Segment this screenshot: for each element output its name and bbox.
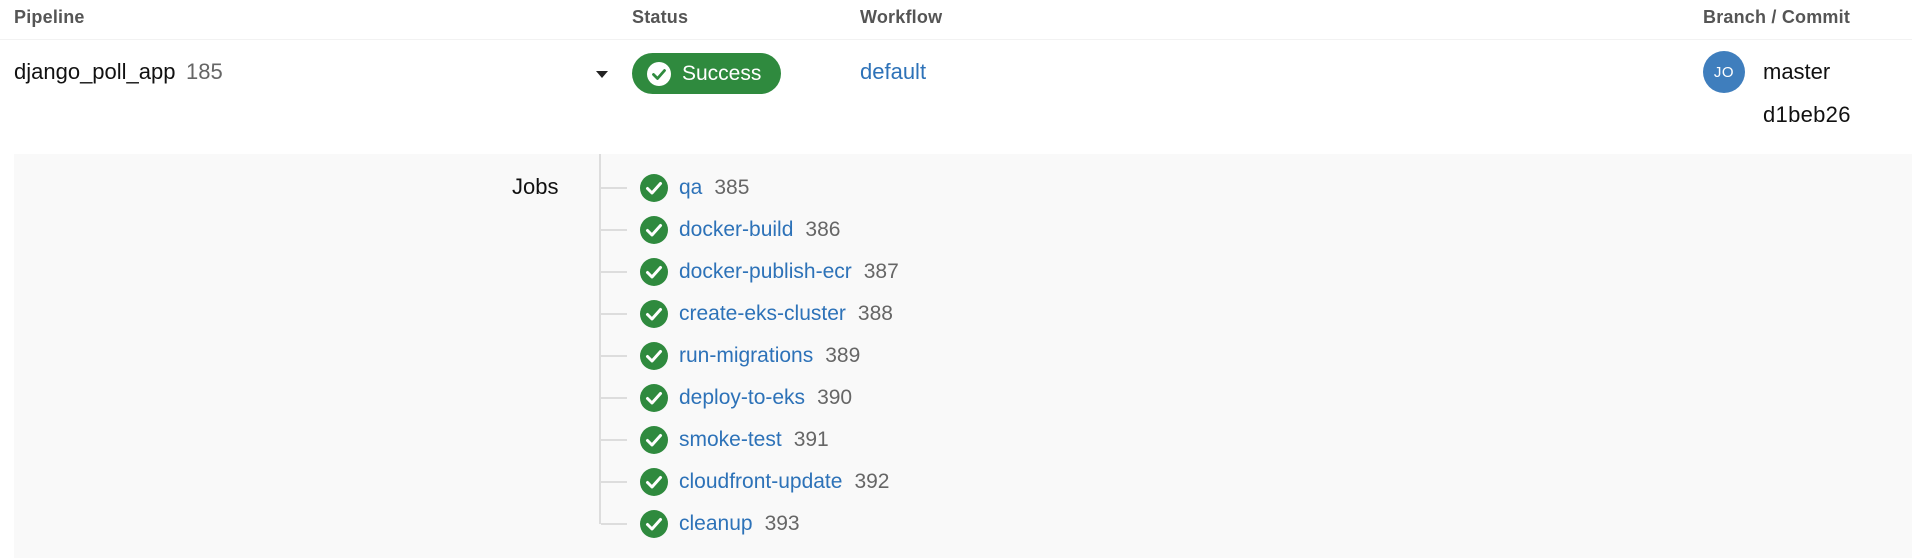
status-badge[interactable]: Success — [632, 53, 781, 94]
check-circle-icon — [640, 384, 668, 412]
job-name[interactable]: docker-publish-ecr — [679, 260, 852, 284]
job-item[interactable]: docker-build 386 — [601, 213, 840, 247]
job-branch-line — [601, 355, 627, 357]
check-circle-icon — [640, 342, 668, 370]
check-circle-icon — [640, 510, 668, 538]
job-item[interactable]: create-eks-cluster 388 — [601, 297, 893, 331]
job-branch-line — [601, 523, 627, 525]
job-branch-line — [601, 313, 627, 315]
job-item[interactable]: docker-publish-ecr 387 — [601, 255, 899, 289]
commit-hash[interactable]: d1beb26 — [1763, 102, 1851, 128]
job-item[interactable]: smoke-test 391 — [601, 423, 829, 457]
pipeline-name: django_poll_app — [14, 59, 176, 84]
workflow-link[interactable]: default — [860, 59, 926, 85]
column-header-pipeline: Pipeline — [14, 7, 85, 27]
jobs-label: Jobs — [512, 174, 559, 199]
job-branch-line — [601, 229, 627, 231]
job-name[interactable]: docker-build — [679, 218, 793, 242]
job-name[interactable]: cloudfront-update — [679, 470, 842, 494]
job-number: 385 — [714, 176, 750, 199]
job-item[interactable]: cleanup 393 — [601, 507, 800, 541]
job-number: 387 — [863, 260, 899, 283]
table-header: Pipeline Status Workflow Branch / Commit — [0, 0, 1912, 40]
column-header-status: Status — [632, 7, 689, 27]
check-circle-icon — [640, 468, 668, 496]
job-name[interactable]: cleanup — [679, 512, 753, 536]
column-header-branch-commit: Branch / Commit — [1703, 7, 1851, 27]
check-circle-icon — [640, 174, 668, 202]
job-branch-line — [601, 397, 627, 399]
job-name[interactable]: qa — [679, 176, 702, 200]
column-header-workflow: Workflow — [860, 7, 943, 27]
job-number: 390 — [817, 386, 853, 409]
job-number: 388 — [857, 302, 893, 325]
check-circle-icon — [640, 258, 668, 286]
pipeline-number: 185 — [186, 59, 223, 84]
job-item[interactable]: deploy-to-eks 390 — [601, 381, 852, 415]
job-branch-line — [601, 481, 627, 483]
job-number: 393 — [764, 512, 800, 535]
pipeline-row: django_poll_app 185 Success default JO m… — [0, 40, 1912, 154]
job-name[interactable]: create-eks-cluster — [679, 302, 846, 326]
caret-down-icon[interactable] — [594, 68, 610, 80]
check-circle-icon — [647, 61, 671, 86]
job-name[interactable]: smoke-test — [679, 428, 782, 452]
branch-name[interactable]: master — [1763, 59, 1830, 85]
job-number: 391 — [793, 428, 829, 451]
job-name[interactable]: deploy-to-eks — [679, 386, 805, 410]
status-label: Success — [682, 61, 762, 85]
job-number: 392 — [854, 470, 890, 493]
job-item[interactable]: run-migrations 389 — [601, 339, 860, 373]
job-number: 389 — [825, 344, 861, 367]
job-branch-line — [601, 187, 627, 189]
check-circle-icon — [640, 300, 668, 328]
job-number: 386 — [805, 218, 841, 241]
check-circle-icon — [640, 216, 668, 244]
avatar-initials: JO — [1713, 63, 1735, 81]
job-item[interactable]: cloudfront-update 392 — [601, 465, 890, 499]
job-branch-line — [601, 439, 627, 441]
job-item[interactable]: qa 385 — [601, 171, 749, 205]
check-circle-icon — [640, 426, 668, 454]
avatar: JO — [1703, 51, 1745, 93]
job-name[interactable]: run-migrations — [679, 344, 813, 368]
jobs-panel: Jobs qa 385 docker-build 386 docker-publ… — [14, 154, 1912, 558]
job-branch-line — [601, 271, 627, 273]
pipelines-page: Pipeline Status Workflow Branch / Commit… — [0, 0, 1912, 558]
